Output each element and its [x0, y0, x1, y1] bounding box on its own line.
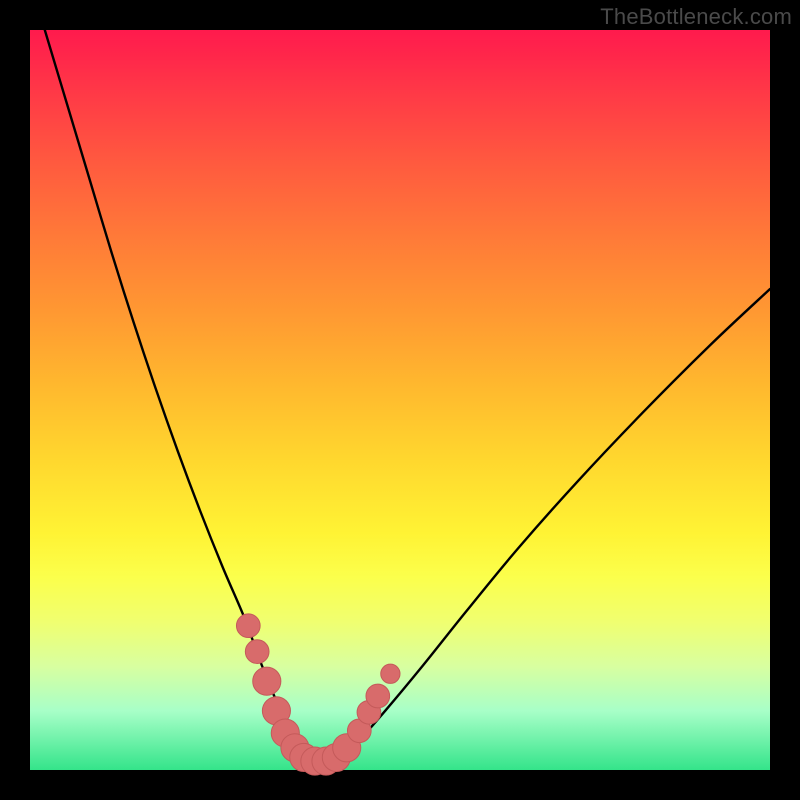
curve-markers	[236, 614, 400, 775]
curve-marker	[236, 614, 260, 638]
curve-marker	[245, 640, 269, 664]
chart-frame: TheBottleneck.com	[0, 0, 800, 800]
bottleneck-curve	[45, 30, 770, 764]
curve-marker	[253, 667, 281, 695]
curve-marker	[381, 664, 400, 683]
curve-marker	[366, 684, 390, 708]
attribution-text: TheBottleneck.com	[600, 4, 792, 30]
chart-svg	[30, 30, 770, 770]
